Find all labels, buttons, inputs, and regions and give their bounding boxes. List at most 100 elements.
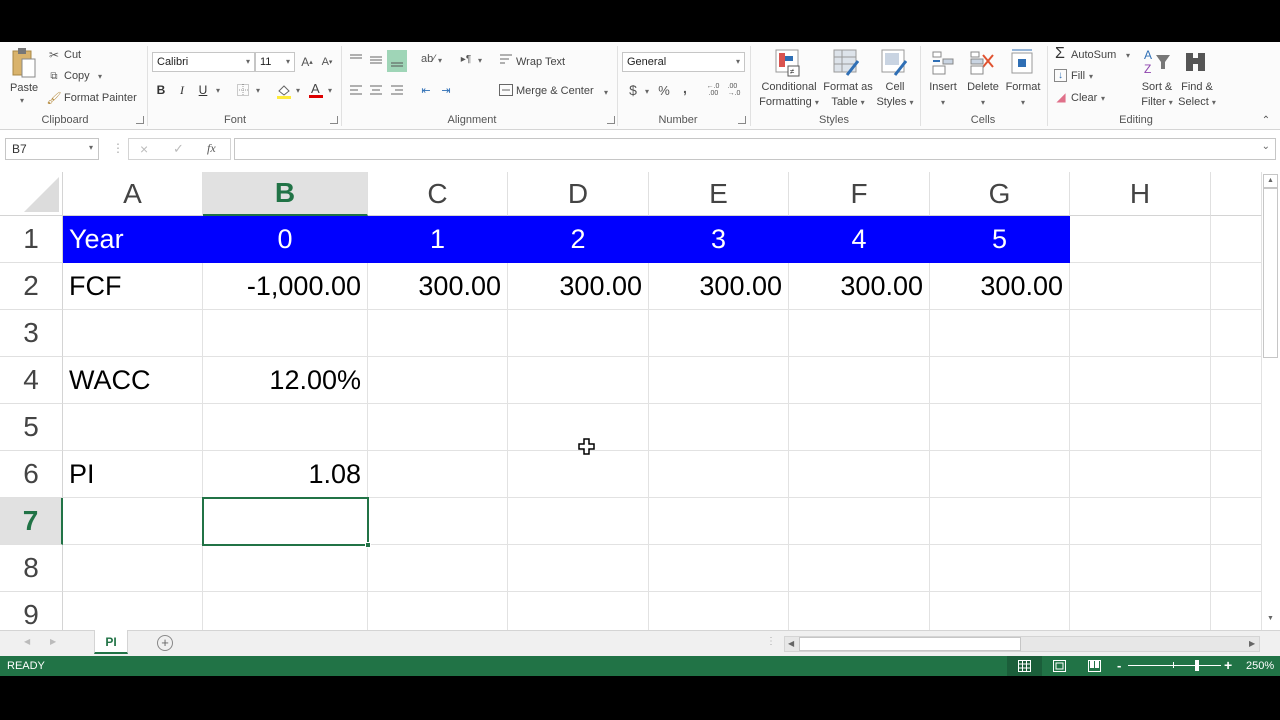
borders-dropdown[interactable]: ▾ [256,86,260,95]
underline-button[interactable]: U [197,82,209,98]
zoom-out-button[interactable]: - [1117,658,1121,673]
cell-g1[interactable]: 5 [930,216,1070,263]
cell-i4[interactable] [1211,357,1262,404]
comma-button[interactable]: , [680,80,690,96]
delete-button[interactable]: Delete ▾ [962,80,1004,110]
horizontal-scrollbar[interactable]: ◀ ▶ [784,636,1260,652]
text-direction-button[interactable]: ▸¶ [458,52,474,66]
column-header-g[interactable]: G [930,172,1070,216]
cell-i3[interactable] [1211,310,1262,357]
zoom-slider-track[interactable] [1128,665,1221,666]
bold-button[interactable]: B [155,82,167,98]
cell-h8[interactable] [1070,545,1211,592]
scroll-right-arrow-icon[interactable]: ▶ [1249,639,1255,648]
cell-e7[interactable] [649,498,789,545]
cell-styles-button[interactable]: Cell Styles ▾ [874,80,916,110]
zoom-in-button[interactable]: + [1224,657,1232,673]
clear-button[interactable]: Clear [1071,92,1097,104]
cell-i9[interactable] [1211,592,1262,630]
paste-button[interactable]: Paste [10,82,38,94]
cell-a9[interactable] [63,592,203,630]
column-header-c[interactable]: C [368,172,508,216]
number-launcher-icon[interactable] [738,116,746,124]
name-box[interactable]: B7 ▾ [5,138,99,160]
enter-check-icon[interactable]: ✓ [173,141,184,157]
cell-b6[interactable]: 1.08 [203,451,368,498]
row-header-7[interactable]: 7 [0,498,63,545]
fill-button[interactable]: Fill [1071,70,1085,82]
cell-g4[interactable] [930,357,1070,404]
cell-g5[interactable] [930,404,1070,451]
collapse-ribbon-icon[interactable]: ⌃ [1260,114,1272,126]
currency-dropdown[interactable]: ▾ [645,87,649,96]
cell-c9[interactable] [368,592,508,630]
fill-handle[interactable] [365,542,371,548]
row-header-6[interactable]: 6 [0,451,63,498]
cell-f8[interactable] [789,545,930,592]
cell-e8[interactable] [649,545,789,592]
align-center-button[interactable] [368,83,384,97]
font-size-select[interactable]: 11 ▾ [255,52,295,72]
middle-align-button[interactable] [368,52,384,66]
increase-indent-button[interactable]: ⇥ [438,83,454,97]
column-header-f[interactable]: F [789,172,930,216]
sort-filter-button[interactable]: Sort & Filter ▾ [1138,80,1176,110]
cell-c2[interactable]: 300.00 [368,263,508,310]
row-header-8[interactable]: 8 [0,545,63,592]
underline-dropdown[interactable]: ▾ [216,86,220,95]
select-all-button[interactable] [0,172,63,216]
horizontal-scroll-thumb[interactable] [799,637,1021,651]
grow-font-button[interactable]: A ▴ [300,54,314,70]
row-header-5[interactable]: 5 [0,404,63,451]
text-direction-dropdown[interactable]: ▾ [478,56,482,65]
column-header-a[interactable]: A [63,172,203,216]
conditional-formatting-button[interactable]: Conditional Formatting ▾ [756,80,822,110]
cell-d6[interactable] [508,451,649,498]
font-launcher-icon[interactable] [330,116,338,124]
cell-a8[interactable] [63,545,203,592]
tab-split-handle-icon[interactable]: ⋮ [766,636,776,647]
cell-a6[interactable]: PI [63,451,203,498]
cell-c1[interactable]: 1 [368,216,508,263]
cell-d2[interactable]: 300.00 [508,263,649,310]
column-header-h[interactable]: H [1070,172,1211,216]
cell-g7[interactable] [930,498,1070,545]
expand-formula-bar-icon[interactable]: ⌄ [1262,141,1270,152]
insert-function-button[interactable]: fx [207,141,216,156]
row-header-2[interactable]: 2 [0,263,63,310]
cell-b3[interactable] [203,310,368,357]
merge-center-dropdown[interactable]: ▾ [604,88,608,97]
vertical-scroll-thumb[interactable] [1263,188,1278,358]
number-format-select[interactable]: General ▾ [622,52,745,72]
format-painter-button[interactable]: Format Painter [64,92,137,104]
top-align-button[interactable] [348,52,364,66]
drag-handle-icon[interactable]: ⋮ [112,141,124,155]
zoom-level[interactable]: 250% [1246,660,1274,672]
cancel-icon[interactable]: × [140,141,148,157]
cell-c4[interactable] [368,357,508,404]
cell-e2[interactable]: 300.00 [649,263,789,310]
orientation-dropdown[interactable]: ▾ [438,56,442,65]
cell-e5[interactable] [649,404,789,451]
shrink-font-button[interactable]: A ▾ [320,54,334,70]
cell-f7[interactable] [789,498,930,545]
cell-d1[interactable]: 2 [508,216,649,263]
orientation-button[interactable]: ab⁄ [420,52,436,66]
borders-button[interactable] [236,82,250,98]
sheet-tab-pi[interactable]: PI [94,630,128,654]
new-sheet-button[interactable]: + [157,635,173,651]
copy-button[interactable]: Copy [64,70,90,82]
cell-f6[interactable] [789,451,930,498]
cell-b9[interactable] [203,592,368,630]
cell-d4[interactable] [508,357,649,404]
find-select-button[interactable]: Find & Select ▾ [1176,80,1218,110]
paste-dropdown[interactable]: ▾ [20,96,24,105]
cell-a5[interactable] [63,404,203,451]
cell-b5[interactable] [203,404,368,451]
vertical-scrollbar[interactable]: ▲ ▼ [1262,172,1280,630]
align-left-button[interactable] [348,83,364,97]
cell-e4[interactable] [649,357,789,404]
currency-button[interactable]: $ [627,82,639,98]
cell-i2[interactable] [1211,263,1262,310]
normal-view-button[interactable] [1007,656,1042,676]
